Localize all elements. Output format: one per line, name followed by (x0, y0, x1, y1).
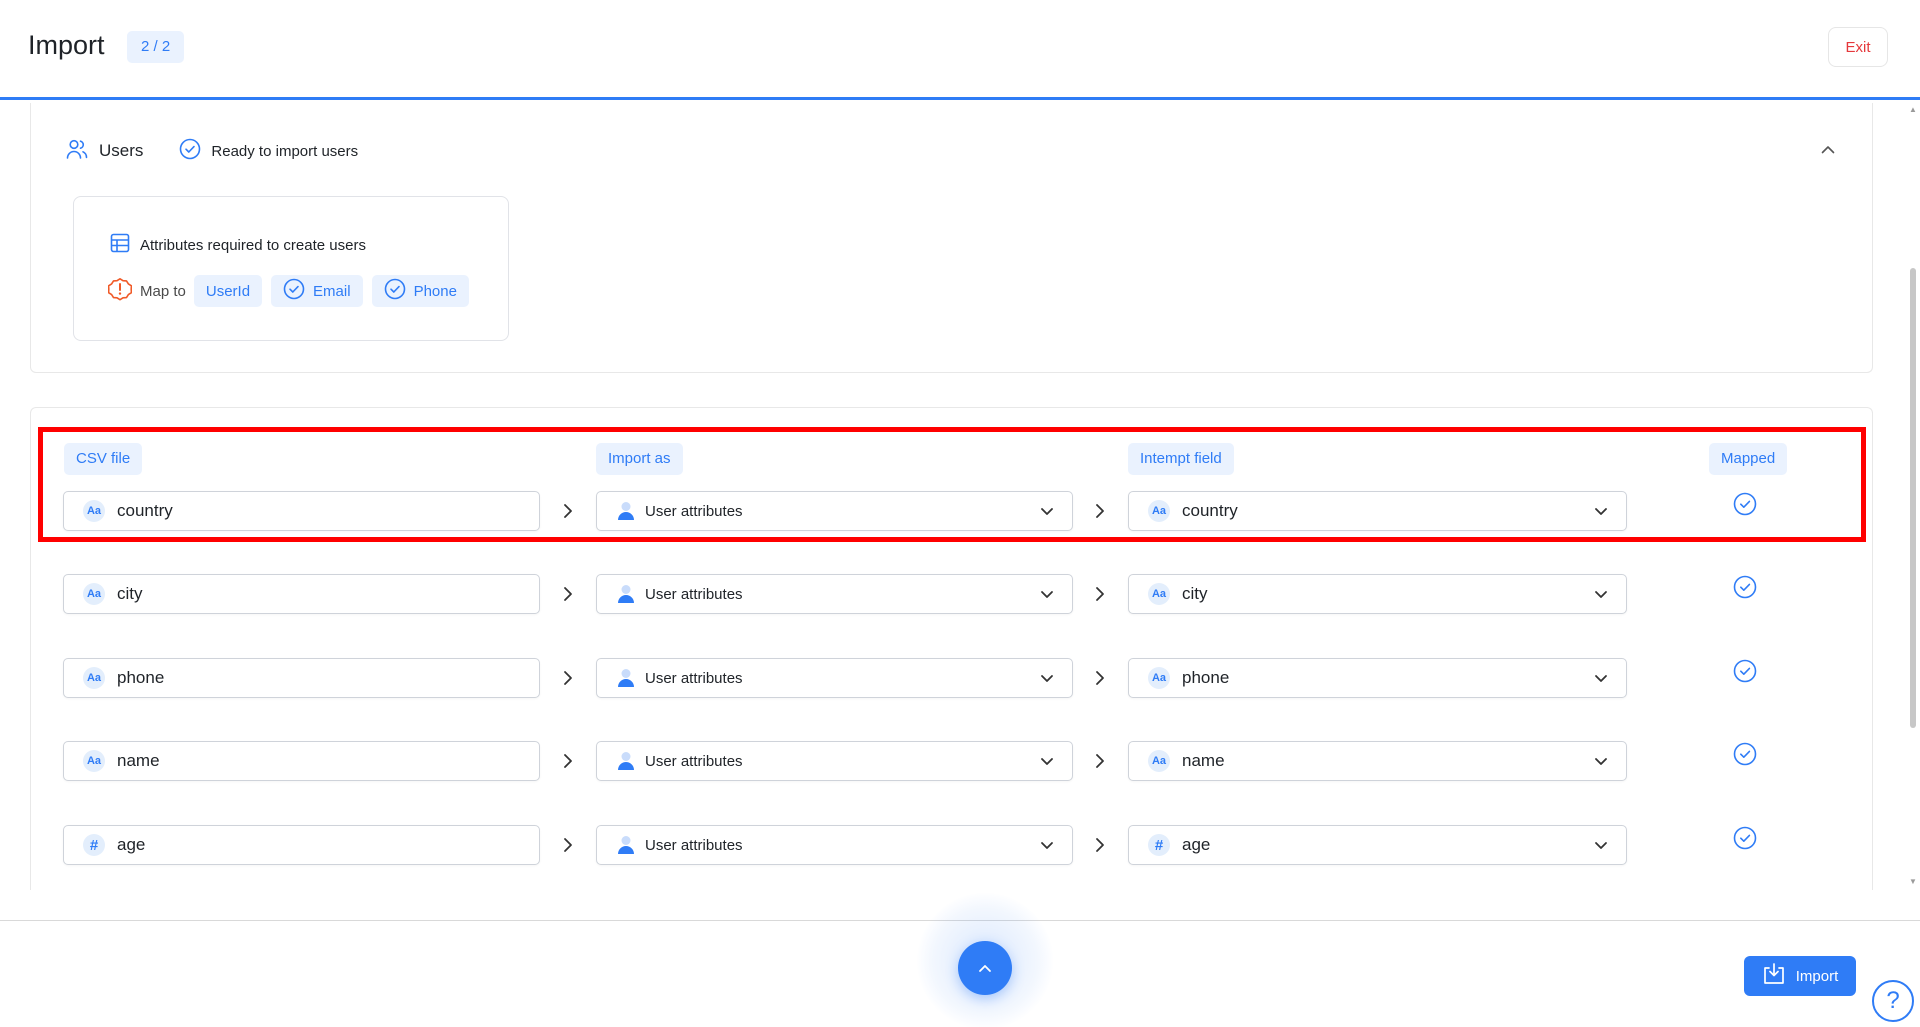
ready-status: Ready to import users (179, 138, 358, 164)
chevron-down-icon (1041, 591, 1053, 598)
step-indicator: 2 / 2 (127, 31, 185, 63)
user-icon (617, 751, 635, 771)
chevron-down-icon (1041, 758, 1053, 765)
scroll-up-icon[interactable]: ▲ (1909, 105, 1917, 114)
chip-userid: UserId (193, 275, 263, 307)
chevron-down-icon (1595, 842, 1607, 849)
users-section: Users Ready to import users Attributes r… (30, 103, 1873, 373)
import-as-dropdown[interactable]: User attributes (596, 658, 1073, 698)
csv-column-field[interactable]: Aa phone (63, 658, 540, 698)
chevron-up-icon (1821, 141, 1835, 159)
chevron-down-icon (1595, 758, 1607, 765)
chip-email: Email (271, 275, 363, 307)
scroll-down-icon[interactable]: ▼ (1909, 877, 1917, 886)
collapse-section-button[interactable] (1817, 139, 1839, 161)
check-circle-icon (384, 278, 406, 304)
mapped-check-icon (1733, 575, 1757, 599)
scrollbar[interactable]: ▲ ▼ (1906, 103, 1920, 890)
chevron-down-icon (1595, 675, 1607, 682)
chevron-down-icon (1041, 675, 1053, 682)
number-type-icon: # (83, 834, 105, 856)
mapped-check-icon (1733, 742, 1757, 766)
chevron-up-icon (978, 961, 992, 976)
users-section-header: Users Ready to import users (65, 137, 358, 165)
intempt-field-dropdown[interactable]: Aa name (1128, 741, 1627, 781)
csv-column-field[interactable]: Aa city (63, 574, 540, 614)
intempt-field-dropdown[interactable]: Aa phone (1128, 658, 1627, 698)
text-type-icon: Aa (83, 667, 105, 689)
scroll-to-top-button[interactable] (958, 941, 1012, 995)
users-section-title: Users (99, 141, 144, 160)
chevron-right-icon (564, 754, 572, 768)
chip-phone: Phone (371, 275, 469, 307)
chevron-right-icon (1096, 754, 1104, 768)
user-icon (617, 835, 635, 855)
import-as-dropdown[interactable]: User attributes (596, 825, 1073, 865)
import-as-dropdown[interactable]: User attributes (596, 741, 1073, 781)
header: Import 2 / 2 Exit (0, 0, 1920, 100)
required-attributes-title: Attributes required to create users (110, 233, 366, 257)
chevron-right-icon (1096, 587, 1104, 601)
chevron-down-icon (1595, 591, 1607, 598)
user-icon (617, 668, 635, 688)
intempt-field-dropdown[interactable]: # age (1128, 825, 1627, 865)
map-to-label: Map to (140, 282, 186, 300)
map-to-row: Map to UserId Email Phone (107, 275, 478, 307)
import-as-dropdown[interactable]: User attributes (596, 574, 1073, 614)
check-circle-icon (179, 138, 201, 164)
required-attributes-card: Attributes required to create users Map … (73, 196, 509, 341)
table-icon (110, 233, 130, 257)
chevron-right-icon (1096, 838, 1104, 852)
text-type-icon: Aa (83, 750, 105, 772)
chevron-right-icon (564, 671, 572, 685)
csv-column-field[interactable]: Aa name (63, 741, 540, 781)
warning-icon (107, 277, 133, 305)
number-type-icon: # (1148, 834, 1170, 856)
text-type-icon: Aa (1148, 583, 1170, 605)
chevron-right-icon (1096, 671, 1104, 685)
text-type-icon: Aa (1148, 667, 1170, 689)
chevron-down-icon (1041, 842, 1053, 849)
chevron-right-icon (564, 838, 572, 852)
check-circle-icon (283, 278, 305, 304)
page-title: Import (28, 30, 105, 60)
mapped-check-icon (1733, 826, 1757, 850)
import-button[interactable]: Import (1744, 956, 1856, 996)
csv-column-field[interactable]: # age (63, 825, 540, 865)
download-icon (1762, 963, 1786, 989)
mapped-check-icon (1733, 659, 1757, 683)
intempt-field-dropdown[interactable]: Aa city (1128, 574, 1627, 614)
scrollbar-thumb[interactable] (1910, 268, 1916, 728)
exit-button[interactable]: Exit (1828, 27, 1888, 67)
highlight-box (38, 427, 1866, 542)
help-button[interactable]: ? (1872, 980, 1914, 1022)
text-type-icon: Aa (83, 583, 105, 605)
users-icon (65, 137, 89, 166)
text-type-icon: Aa (1148, 750, 1170, 772)
user-icon (617, 584, 635, 604)
ready-status-text: Ready to import users (211, 142, 359, 160)
chevron-right-icon (564, 587, 572, 601)
